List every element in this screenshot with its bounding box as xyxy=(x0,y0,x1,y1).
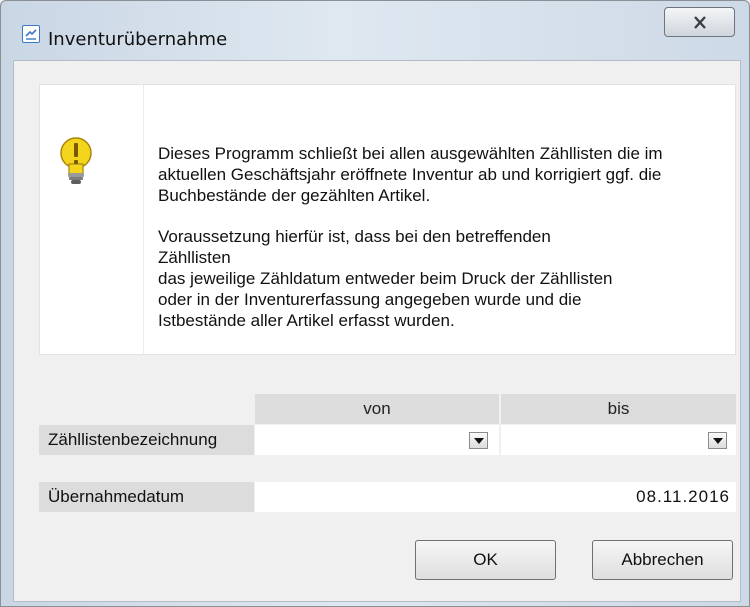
uebernahmedatum-label: Übernahmedatum xyxy=(39,482,254,512)
zaehlliste-from-dropdown[interactable] xyxy=(255,425,499,455)
info-paragraph-1: Dieses Programm schließt bei allen ausge… xyxy=(158,144,663,205)
dialog-content: Dieses Programm schließt bei allen ausge… xyxy=(13,60,741,602)
info-line: Istbestände aller Artikel erfasst wurden… xyxy=(158,311,455,330)
title-bar[interactable]: Inventurübernahme xyxy=(1,1,749,50)
info-line: Zähllisten xyxy=(158,248,231,267)
chevron-down-icon[interactable] xyxy=(469,432,488,449)
close-icon xyxy=(694,16,706,29)
column-header-from: von xyxy=(255,394,499,424)
info-line: Voraussetzung hierfür ist, dass bei den … xyxy=(158,227,551,246)
column-header-to: bis xyxy=(501,394,736,424)
info-line: das jeweilige Zähldatum entweder beim Dr… xyxy=(158,269,613,288)
info-panel: Dieses Programm schließt bei allen ausge… xyxy=(39,84,736,356)
uebernahmedatum-value: 08.11.2016 xyxy=(636,487,730,506)
zaehlliste-to-dropdown[interactable] xyxy=(501,425,736,455)
window-title: Inventurübernahme xyxy=(48,29,228,50)
lightbulb-warning-icon xyxy=(60,137,92,184)
info-text: Dieses Programm schließt bei allen ausge… xyxy=(158,143,728,351)
info-line: oder in der Inventurerfassung angegeben … xyxy=(158,290,582,309)
uebernahmedatum-field[interactable]: 08.11.2016 xyxy=(255,482,736,512)
zaehlliste-label: Zähllistenbezeichnung xyxy=(39,425,254,455)
ok-button[interactable]: OK xyxy=(415,540,556,580)
info-divider xyxy=(143,85,144,356)
chevron-down-icon[interactable] xyxy=(708,432,727,449)
dialog-window: Inventurübernahme Dieses Programm schlie… xyxy=(0,0,750,607)
cancel-button[interactable]: Abbrechen xyxy=(592,540,733,580)
chart-window-icon xyxy=(22,25,40,43)
close-button[interactable] xyxy=(664,7,735,37)
info-paragraph-2: Voraussetzung hierfür ist, dass bei den … xyxy=(158,226,728,331)
